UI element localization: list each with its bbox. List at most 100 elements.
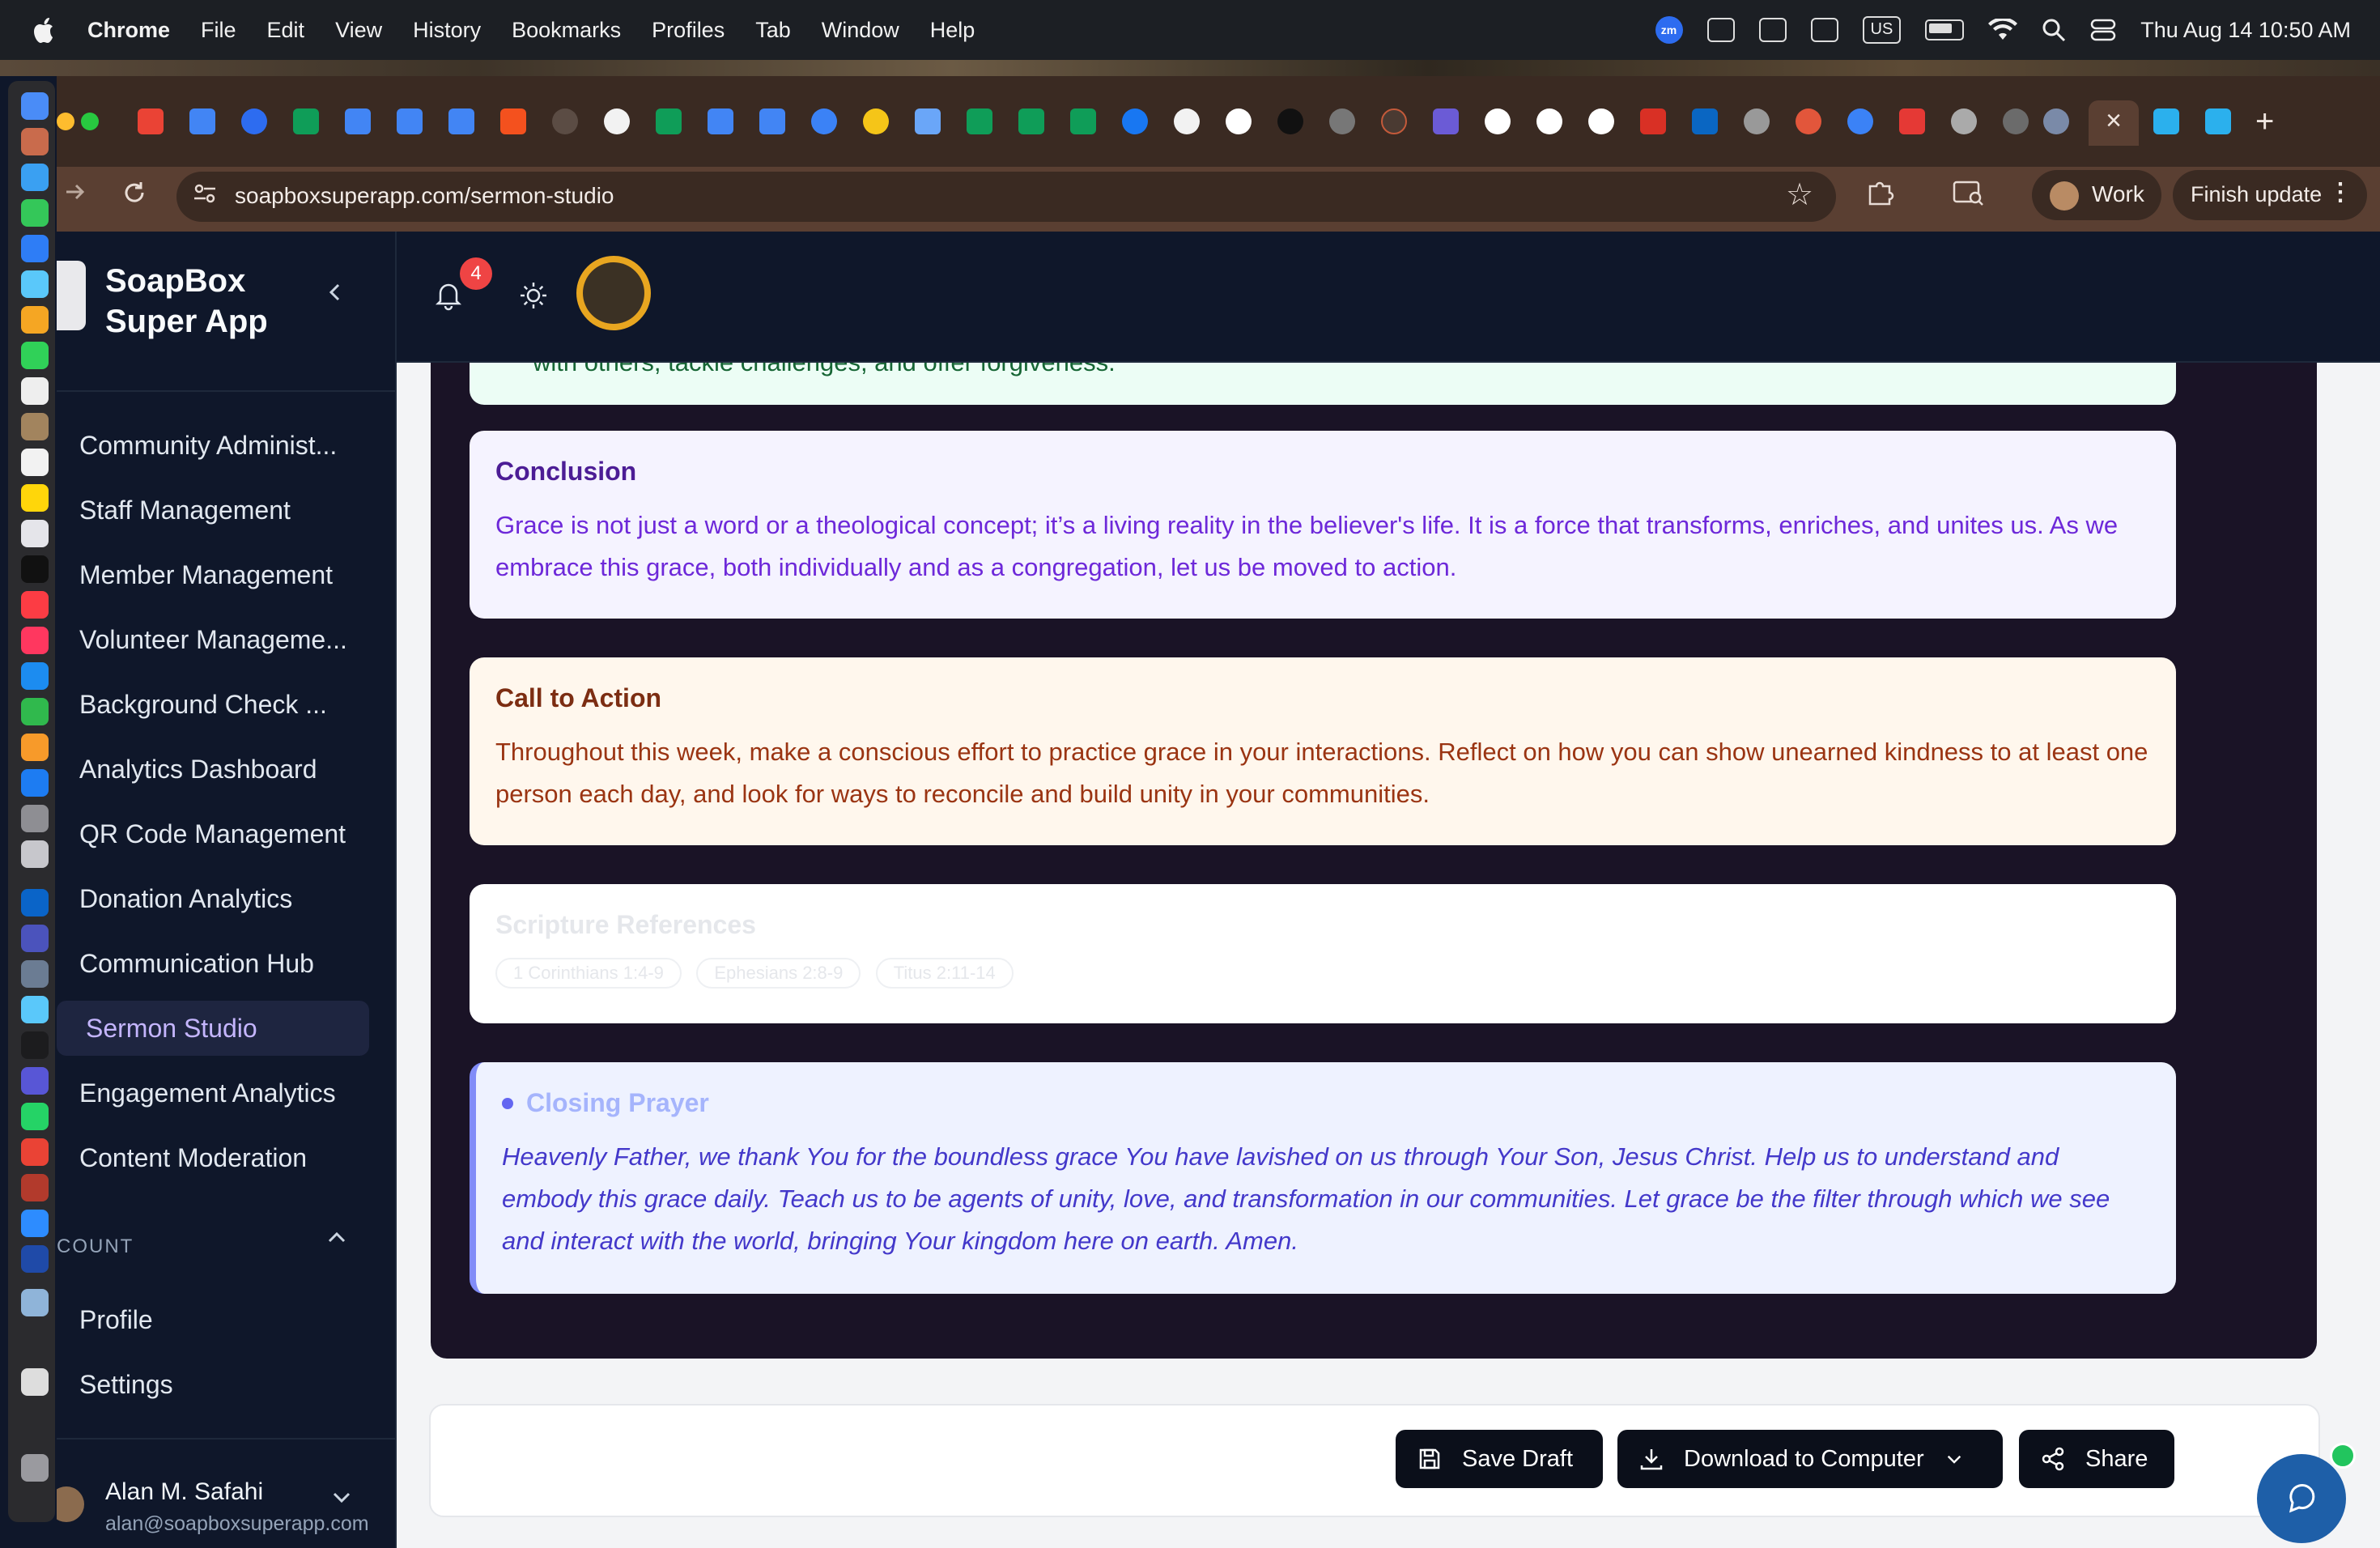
mail-icon[interactable] [21,235,49,262]
tab-linkedin-icon[interactable] [1692,108,1718,134]
teams-dock-icon[interactable] [21,925,49,952]
tab-search-icon[interactable] [1953,180,1985,207]
documents-stack-icon[interactable] [21,1368,49,1396]
scripture-reference-pill[interactable]: 1 Corinthians 1:4-9 [495,958,682,989]
dictionary-icon[interactable] [21,1174,49,1201]
tab-web-icon[interactable] [1847,108,1873,134]
menu-file[interactable]: File [201,18,236,43]
sidebar-item-analytics-dashboard[interactable]: Analytics Dashboard [79,742,403,797]
facetime-icon[interactable] [21,342,49,369]
tab-sheets-icon[interactable] [656,108,682,134]
signal-icon[interactable] [21,1067,49,1095]
profile-chip[interactable]: Work [2032,170,2161,220]
url-text[interactable]: soapboxsuperapp.com/sermon-studio [235,183,614,209]
tab-calendar-icon[interactable] [189,108,215,134]
tab-docs-icon[interactable] [708,108,733,134]
extensions-icon[interactable] [1865,178,1894,207]
reminders-icon[interactable] [21,449,49,476]
tab-openai-icon[interactable] [552,108,578,134]
chevron-down-icon[interactable] [1944,1448,1965,1469]
reload-icon[interactable] [121,180,147,206]
tab-web-icon[interactable] [811,108,837,134]
tab-sheets-icon[interactable] [967,108,992,134]
app-dock-icon[interactable] [21,996,49,1023]
finder-icon[interactable] [21,92,49,120]
onepassword-icon[interactable] [21,1245,49,1273]
pages-icon[interactable] [21,734,49,761]
bookmark-star-icon[interactable]: ☆ [1786,176,1813,213]
news-icon[interactable] [21,627,49,654]
menu-help[interactable]: Help [930,18,975,43]
tab-x-icon[interactable] [1277,108,1303,134]
tab-web-icon[interactable] [1744,108,1770,134]
menu-profiles[interactable]: Profiles [652,18,725,43]
terminal-icon[interactable] [21,1031,49,1059]
tab-web-icon[interactable] [1329,108,1355,134]
menu-history[interactable]: History [413,18,481,43]
new-tab-button[interactable]: + [2255,104,2274,140]
safari-icon[interactable] [21,164,49,191]
utility-app-icon[interactable] [21,840,49,868]
tab-slides-icon[interactable] [500,108,526,134]
sidebar-item-qr-code-management[interactable]: QR Code Management [79,806,403,861]
tab-google-icon[interactable] [1536,108,1562,134]
outlook-status-icon[interactable] [1758,18,1787,42]
numbers-icon[interactable] [21,698,49,725]
tab-web-icon[interactable] [1433,108,1459,134]
tab-docs-icon[interactable] [345,108,371,134]
forward-icon[interactable] [63,180,87,204]
window-zoom-button[interactable] [81,113,99,130]
chrome-dock-icon[interactable] [21,1138,49,1166]
whatsapp-icon[interactable] [21,1103,49,1130]
tab-web-icon[interactable] [1640,108,1666,134]
tab-sheets-icon[interactable] [1018,108,1044,134]
tab-web-icon[interactable] [1951,108,1977,134]
tab-web-icon[interactable] [1796,108,1821,134]
share-button[interactable]: Share [2019,1430,2174,1488]
sidebar-item-sermon-studio[interactable]: Sermon Studio [57,1001,369,1056]
sidebar-item-staff-management[interactable]: Staff Management [79,483,403,538]
sidebar-item-volunteer-management[interactable]: Volunteer Manageme... [79,612,403,667]
preview-icon[interactable] [21,960,49,988]
downloads-folder-icon[interactable] [21,1289,49,1316]
tab-docs-icon[interactable] [397,108,423,134]
music-icon[interactable] [21,591,49,619]
tab-gemini-icon[interactable] [915,108,941,134]
tab-loading-icon[interactable] [1381,108,1407,134]
menu-edit[interactable]: Edit [267,18,305,43]
menubar-clock[interactable]: Thu Aug 14 10:50 AM [2140,18,2351,43]
tab-sheets-icon[interactable] [1070,108,1096,134]
scripture-reference-pill[interactable]: Ephesians 2:8-9 [696,958,861,989]
tab-canva-icon[interactable] [2205,108,2231,134]
apple-icon[interactable] [32,16,57,44]
chevron-up-icon[interactable] [325,1229,348,1245]
battery-icon[interactable] [1925,19,1965,40]
app-store-icon[interactable] [21,769,49,797]
tab-canva-icon[interactable] [2153,108,2179,134]
spotlight-search-icon[interactable] [2042,18,2066,42]
tab-acrobat-icon[interactable] [1899,108,1925,134]
sidebar-item-profile[interactable]: Profile [79,1292,403,1347]
menu-bookmarks[interactable]: Bookmarks [512,18,621,43]
calendar-icon[interactable] [21,377,49,405]
tab-google-icon[interactable] [1485,108,1511,134]
tab-github-icon[interactable] [1174,108,1200,134]
account-avatar[interactable] [576,256,651,330]
tab-x-circle-icon[interactable] [604,108,630,134]
zoom-status-icon[interactable]: zm [1655,16,1683,44]
user-avatar[interactable] [57,1486,84,1522]
photos-icon[interactable] [21,306,49,334]
tab-facebook-icon[interactable] [1122,108,1148,134]
menu-app-chrome[interactable]: Chrome [87,18,170,43]
close-tab-icon[interactable]: × [2100,105,2127,137]
sidebar-item-member-management[interactable]: Member Management [79,547,403,602]
wifi-icon[interactable] [1988,19,2018,41]
collapse-sidebar-icon[interactable] [325,280,345,304]
tab-gmail-icon[interactable] [138,108,164,134]
tab-web-icon[interactable] [2003,108,2029,134]
scripture-reference-pill[interactable]: Titus 2:11-14 [875,958,1014,989]
save-draft-button[interactable]: Save Draft [1396,1430,1603,1488]
sidebar-item-background-check[interactable]: Background Check ... [79,677,403,732]
more-menu-icon[interactable]: ⋮ [2328,178,2352,206]
sidebar-item-communication-hub[interactable]: Communication Hub [79,936,403,991]
